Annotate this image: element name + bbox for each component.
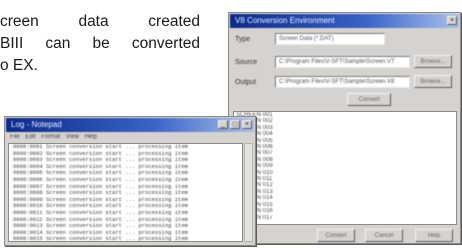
output-field[interactable]: C:\Program Files\V-SFT\Sample\Screen.V8 (275, 76, 410, 88)
source-row: Source C:\Program Files\V-SFT\Sample\Scr… (235, 55, 410, 69)
list-item[interactable]: SCREEN 017 (234, 215, 456, 221)
close-icon[interactable]: × (242, 120, 252, 129)
browse-output-button[interactable]: Browse... (414, 75, 452, 88)
caption-line-3: o EX. (0, 57, 38, 74)
editor-text-area[interactable]: 0000:0001 Screen conversion start ... pr… (8, 143, 243, 242)
editor-line: 0000:0015 Screen conversion start ... pr… (13, 235, 188, 242)
type-row: Type Screen Data (*.DAT) (235, 32, 385, 46)
editor-menubar[interactable]: File Edit Format View Help (6, 132, 254, 142)
type-label: Type (235, 35, 251, 43)
editor-titlebar[interactable]: Log - Notepad _ □ × (6, 118, 254, 132)
caption-line-1: creen data created (0, 13, 200, 30)
editor-window: Log - Notepad _ □ × File Edit Format Vie… (4, 116, 256, 246)
editor-title: Log - Notepad (11, 120, 62, 129)
ok-button[interactable]: Convert (317, 229, 355, 242)
source-field[interactable]: C:\Program Files\V-SFT\Sample\Screen.V7 (275, 56, 410, 68)
cancel-button[interactable]: Cancel (365, 229, 403, 242)
caption-text: creen data created BIII can be converted… (0, 11, 200, 77)
dialog-title: V8 Conversion Environment (235, 16, 335, 25)
output-label: Output (235, 78, 257, 86)
maximize-icon[interactable]: □ (230, 120, 240, 129)
caption-line-2: BIII can be converted (0, 35, 200, 52)
vertical-scrollbar[interactable] (244, 143, 253, 242)
conversion-dialog: V8 Conversion Environment × Type Screen … (228, 12, 461, 244)
convert-button[interactable]: Convert (347, 93, 391, 106)
browse-source-button[interactable]: Browse... (414, 55, 452, 68)
output-row: Output C:\Program Files\V-SFT\Sample\Scr… (235, 75, 410, 89)
help-button[interactable]: Help (415, 229, 453, 242)
type-select[interactable]: Screen Data (*.DAT) (275, 33, 385, 45)
close-icon[interactable]: × (447, 16, 457, 25)
minimize-icon[interactable]: _ (218, 120, 228, 129)
screen-list[interactable]: SCREEN 001SCREEN 002SCREEN 003SCREEN 004… (233, 111, 457, 225)
source-label: Source (235, 58, 258, 66)
dialog-titlebar[interactable]: V8 Conversion Environment × (230, 14, 459, 28)
